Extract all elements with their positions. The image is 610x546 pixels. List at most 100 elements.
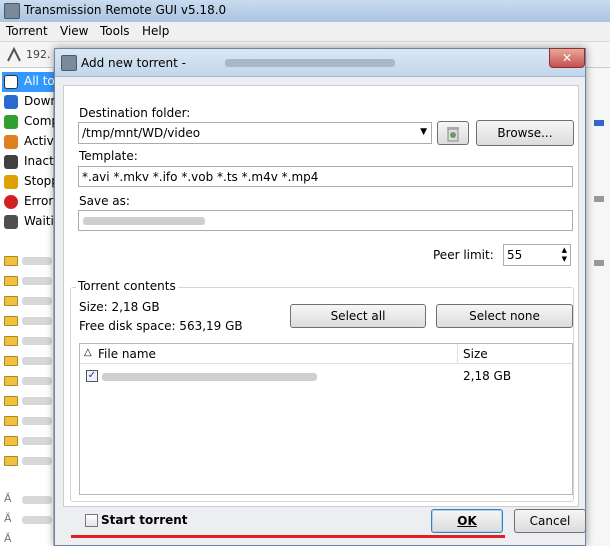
folder-icon: [4, 456, 18, 466]
sidebar-item-waiting[interactable]: Waiti: [2, 212, 54, 232]
waiting-icon: [4, 215, 18, 229]
blurred-folder-name[interactable]: [22, 377, 52, 385]
blurred-folder-name[interactable]: [22, 457, 52, 465]
saveas-label: Save as:: [79, 194, 130, 208]
blurred-indicator: [594, 260, 604, 266]
folder-icon: [4, 376, 18, 386]
column-file-name[interactable]: File name: [98, 347, 156, 361]
folder-icon: [4, 276, 18, 286]
sidebar-item-inactive[interactable]: Inact: [2, 152, 54, 172]
sidebar-item-completed[interactable]: Comp: [2, 112, 54, 132]
folder-icon: [4, 256, 18, 266]
free-space-text: Free disk space: 563,19 GB: [79, 319, 243, 333]
blurred-tracker-name[interactable]: [22, 496, 52, 504]
select-none-button[interactable]: Select none: [436, 304, 573, 328]
arrow-up-icon[interactable]: ▲: [562, 246, 567, 254]
inactive-icon: [4, 155, 18, 169]
blurred-folder-name[interactable]: [22, 277, 52, 285]
blurred-indicator: [594, 120, 604, 126]
blurred-folder-name[interactable]: [22, 337, 52, 345]
ok-button[interactable]: OK: [431, 509, 503, 533]
start-torrent-checkbox[interactable]: [85, 514, 98, 527]
dialog-titlebar: Add new torrent - ✕: [55, 48, 585, 77]
sidebar-item-all[interactable]: All to: [2, 72, 54, 92]
blurred-indicator: [594, 196, 604, 202]
blurred-folder-name[interactable]: [22, 417, 52, 425]
folder-icon: [4, 396, 18, 406]
trash-icon: [447, 127, 459, 142]
blurred-tracker-name[interactable]: [22, 516, 52, 524]
destination-label: Destination folder:: [79, 106, 191, 120]
menu-view[interactable]: View: [60, 24, 88, 38]
delete-folder-button[interactable]: [437, 121, 469, 145]
app-icon: [4, 3, 20, 19]
dialog-body: Destination folder: /tmp/mnt/WD/video ▼ …: [63, 85, 579, 507]
destination-select[interactable]: /tmp/mnt/WD/video ▼: [78, 122, 432, 144]
arrow-down-icon[interactable]: ▼: [562, 255, 567, 263]
torrent-contents-title: Torrent contents: [76, 279, 178, 293]
connection-icon[interactable]: [6, 46, 22, 63]
peer-limit-value: 55: [507, 248, 523, 262]
column-divider: [457, 344, 458, 364]
completed-icon: [4, 115, 18, 129]
dialog-footer: Start torrent OK Cancel: [55, 509, 586, 545]
file-list-header: △ File name Size: [80, 344, 572, 364]
blurred-folder-name[interactable]: [22, 357, 52, 365]
blurred-folder-name[interactable]: [22, 297, 52, 305]
sort-triangle-icon: △: [84, 347, 92, 358]
app-icon: [61, 55, 77, 71]
menu-tools[interactable]: Tools: [100, 24, 130, 38]
chevron-down-icon: ▼: [420, 127, 427, 137]
main-content-edge: [586, 68, 610, 546]
blurred-folder-name[interactable]: [22, 257, 52, 265]
menu-torrent[interactable]: Torrent: [6, 24, 48, 38]
blurred-folder-name[interactable]: [22, 397, 52, 405]
all-torrents-icon: [4, 75, 18, 89]
column-size[interactable]: Size: [463, 347, 488, 361]
error-icon: [4, 195, 18, 209]
tracker-icon: Ä: [4, 492, 12, 505]
red-underline-annotation: [71, 535, 505, 538]
blurred-torrent-name: [225, 59, 395, 67]
sidebar-item-active[interactable]: Activ: [2, 132, 54, 152]
template-input[interactable]: *.avi *.mkv *.ifo *.vob *.ts *.m4v *.mp4: [78, 166, 573, 187]
sidebar-item-stopped[interactable]: Stopp: [2, 172, 54, 192]
peer-limit-label: Peer limit:: [433, 248, 494, 262]
folder-icon: [4, 316, 18, 326]
menu-help[interactable]: Help: [142, 24, 169, 38]
main-window-title: Transmission Remote GUI v5.18.0: [24, 3, 227, 17]
filter-sidebar: All to Down Comp Activ Inact Stopp Error…: [0, 68, 54, 546]
stopped-icon: [4, 175, 18, 189]
peer-limit-spinner[interactable]: 55 ▲ ▼: [503, 244, 571, 266]
blurred-file-name: [102, 373, 317, 381]
destination-value: /tmp/mnt/WD/video: [82, 126, 201, 140]
folder-icon: [4, 296, 18, 306]
file-size: 2,18 GB: [463, 369, 512, 383]
server-address: 192.: [26, 48, 51, 61]
active-icon: [4, 135, 18, 149]
file-list: △ File name Size ✓ 2,18 GB: [79, 343, 573, 495]
download-icon: [4, 95, 18, 109]
select-all-button[interactable]: Select all: [290, 304, 426, 328]
start-torrent-label[interactable]: Start torrent: [101, 513, 188, 527]
sidebar-item-error[interactable]: Error: [2, 192, 54, 212]
blurred-filename: [83, 217, 205, 225]
cancel-button[interactable]: Cancel: [514, 509, 586, 533]
browse-button[interactable]: Browse...: [476, 120, 574, 146]
sidebar-item-downloading[interactable]: Down: [2, 92, 54, 112]
menu-bar: Torrent View Tools Help: [0, 22, 610, 42]
folder-icon: [4, 336, 18, 346]
close-button[interactable]: ✕: [549, 48, 585, 68]
folder-icon: [4, 436, 18, 446]
folder-icon: [4, 356, 18, 366]
template-label: Template:: [79, 149, 138, 163]
blurred-folder-name[interactable]: [22, 317, 52, 325]
saveas-input[interactable]: [78, 210, 573, 231]
table-row[interactable]: ✓ 2,18 GB: [80, 366, 572, 386]
add-torrent-dialog: Add new torrent - ✕ Destination folder: …: [54, 48, 586, 546]
size-text: Size: 2,18 GB: [79, 300, 160, 314]
folder-icon: [4, 416, 18, 426]
tracker-icon: Ä: [4, 512, 12, 525]
blurred-folder-name[interactable]: [22, 437, 52, 445]
file-checkbox[interactable]: ✓: [86, 370, 98, 382]
